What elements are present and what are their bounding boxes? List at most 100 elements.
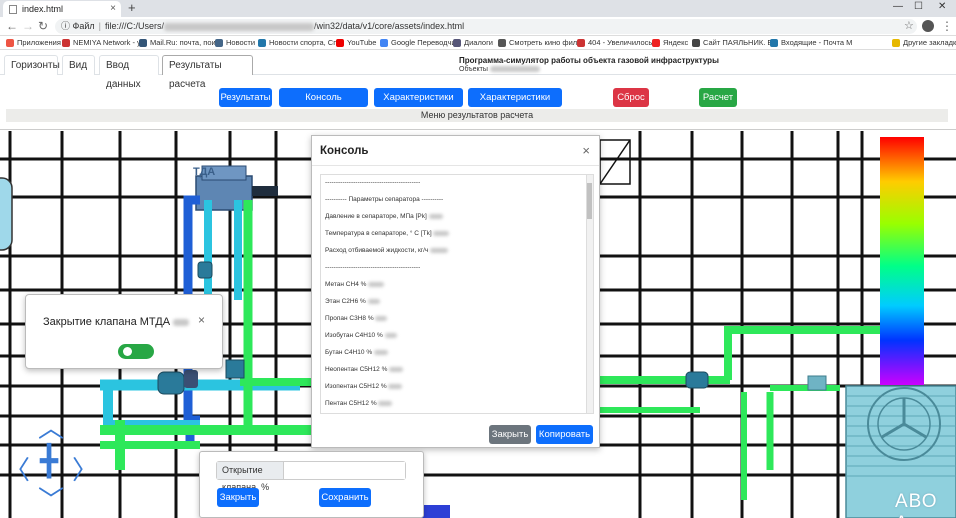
close-icon[interactable]: ×	[582, 143, 590, 158]
bookmark-item[interactable]: Новости	[215, 38, 255, 47]
bookmark-item[interactable]: YouTube	[336, 38, 376, 47]
minimize-icon[interactable]: —	[893, 1, 903, 12]
url-scheme-label: Файл	[72, 21, 95, 31]
console-line: Этан C2H6 %	[325, 298, 380, 305]
browser-tab[interactable]: index.html ×	[3, 1, 121, 17]
maximize-icon[interactable]: ☐	[914, 1, 923, 12]
console-line: Изобутан C4H10 %	[325, 332, 397, 339]
bookmark-item[interactable]: Смотреть кино фил	[498, 38, 577, 47]
reset-button[interactable]: Сброс	[613, 88, 649, 107]
apps-icon	[6, 38, 14, 47]
tab-view[interactable]: Вид	[62, 55, 95, 75]
arrow-right-icon[interactable]: 〉	[72, 457, 98, 483]
back-icon[interactable]: ←	[6, 19, 18, 33]
bookmark-item[interactable]: Входящие - Почта М	[770, 38, 852, 47]
close-icon[interactable]: ×	[198, 313, 205, 327]
bookmark-item[interactable]: Новости спорта, Спо	[258, 38, 341, 47]
bookmark-item[interactable]: 404 - Увеличилось	[577, 38, 652, 47]
console-line: ----------------------------------------…	[325, 264, 421, 271]
bookmark-star-icon[interactable]: ☆	[904, 19, 914, 32]
valve-close-panel: Закрытие клапана МТДА ×	[25, 294, 223, 369]
tab-calc-results[interactable]: Результаты расчета	[162, 55, 253, 90]
mail-icon	[770, 38, 778, 47]
calculate-button[interactable]: Расчет	[699, 88, 737, 107]
url-field[interactable]: ⓘ Файл | file:///C:/Users//win32/data/v1/c…	[55, 19, 917, 34]
forward-icon[interactable]: →	[22, 19, 34, 33]
close-tab-icon[interactable]: ×	[110, 3, 116, 14]
info-icon: ⓘ	[61, 21, 71, 31]
valve-toggle[interactable]	[118, 344, 154, 359]
yandex-icon	[652, 38, 660, 47]
mtda-characteristics-button[interactable]: Характеристики МТДА	[468, 88, 562, 122]
object-label: Объекты	[459, 66, 540, 73]
arrow-down-icon[interactable]: ﹀	[38, 487, 64, 513]
bookmark-icon	[258, 38, 266, 47]
scrollbar-thumb[interactable]	[587, 183, 592, 219]
valve-panel-title: Закрытие клапана МТДА	[43, 316, 190, 328]
console-close-button[interactable]: Закрыть	[489, 425, 531, 444]
browser-tab-strip: index.html × + — ☐ ✕	[0, 0, 956, 17]
url-end: /win32/data/v1/core/assets/index.html	[314, 21, 465, 31]
toggle-knob	[123, 347, 132, 356]
results-menu-label: Меню результатов расчета	[6, 109, 948, 122]
open-panel-close-button[interactable]: Закрыть	[217, 488, 259, 507]
blurred-user	[164, 22, 315, 31]
url-start: file:///C:/Users/	[105, 21, 165, 31]
results-button[interactable]: Результаты	[219, 88, 272, 107]
app-title: Программа-симулятор работы объекта газов…	[459, 56, 719, 65]
console-output[interactable]: ----------------------------------------…	[320, 174, 594, 414]
abo-label: АВО А	[895, 491, 938, 518]
close-window-icon[interactable]: ✕	[938, 1, 946, 12]
copy-button[interactable]: Копировать	[536, 425, 593, 444]
move-cross-icon[interactable]: ╋	[40, 447, 58, 477]
bookmark-item[interactable]: Диалоги	[453, 38, 493, 47]
new-tab-icon[interactable]: +	[128, 0, 136, 15]
bookmark-icon	[498, 38, 506, 47]
console-line: Давление в сепараторе, МПа [Pk]	[325, 213, 443, 220]
console-results-button[interactable]: Консоль результатов	[279, 88, 368, 122]
bookmark-icon	[62, 38, 70, 47]
tab-horizons[interactable]: Горизонты	[4, 55, 60, 75]
tda-label: ТДА	[193, 166, 215, 178]
bookmark-item[interactable]: Приложения	[6, 38, 61, 47]
bookmark-icon	[215, 38, 223, 47]
translate-icon	[380, 38, 388, 47]
console-header: Консоль ×	[312, 136, 599, 166]
bookmark-item[interactable]: Google Переводчик	[380, 38, 459, 47]
bookmark-icon	[453, 38, 461, 47]
bookmark-item[interactable]: Сайт ПАЯЛЬНИК. Е	[692, 38, 772, 47]
bookmarks-bar: Приложения NEMIYA Network - у Mail.Ru: п…	[0, 36, 956, 50]
console-line: Пентан C5H12 %	[325, 400, 393, 407]
console-line: ----------------------------------------…	[325, 179, 421, 186]
app-toolbar: Горизонты Вид Ввод данных Результаты рас…	[0, 52, 956, 130]
bookmark-item[interactable]: NEMIYA Network - у	[62, 38, 141, 47]
console-line: ---------- Параметры сепаратора --------…	[325, 196, 444, 203]
console-line: Пропан C3H8 %	[325, 315, 388, 322]
temperature-scale	[880, 137, 924, 385]
bookmark-icon	[139, 38, 147, 47]
profile-avatar[interactable]	[922, 20, 934, 32]
browser-tab-title: index.html	[22, 4, 64, 14]
console-line: Расход отбиваемой жидкости, кг/ч	[325, 247, 449, 254]
console-scrollbar[interactable]	[586, 175, 593, 413]
valve-open-panel: Открытие клапана, % Закрыть Сохранить	[199, 451, 424, 518]
arrow-left-icon[interactable]: 〈	[4, 457, 30, 483]
file-icon	[9, 4, 17, 14]
console-line: Изопентан C5H12 %	[325, 383, 403, 390]
tab-data-input[interactable]: Ввод данных	[99, 55, 159, 90]
menu-dots-icon[interactable]: ⋮	[941, 19, 953, 33]
console-line: Метан CH4 %	[325, 281, 385, 288]
bookmark-item[interactable]: Другие закладки	[892, 38, 956, 47]
bookmark-item[interactable]: Mail.Ru: почта, поис	[139, 38, 219, 47]
console-title: Консоль	[320, 145, 369, 157]
reload-icon[interactable]: ↻	[38, 19, 48, 33]
save-button[interactable]: Сохранить	[319, 488, 371, 507]
bookmark-icon	[577, 38, 585, 47]
console-line: Неопентан C5H12 %	[325, 366, 404, 373]
bookmark-item[interactable]: Яндекс	[652, 38, 688, 47]
arrow-up-icon[interactable]: ︿	[38, 415, 64, 441]
gka-characteristics-button[interactable]: Характеристики ГКА	[374, 88, 463, 122]
valve-open-input[interactable]	[284, 462, 405, 479]
console-modal: Консоль × ------------------------------…	[311, 135, 600, 448]
valve-open-label: Открытие клапана, %	[217, 462, 284, 492]
